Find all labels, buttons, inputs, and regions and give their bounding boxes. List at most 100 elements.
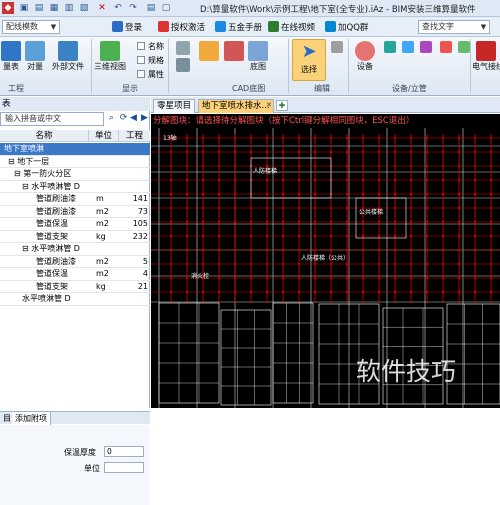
ribbon-pipe-b-button[interactable] <box>400 41 416 53</box>
sprinkler-head <box>169 192 173 196</box>
tool-a-icon[interactable]: ▤ <box>145 2 157 14</box>
sprinkler-head <box>169 234 173 238</box>
tree-row[interactable]: 管道支架 kg 232 <box>0 231 150 243</box>
ribbon-select-button[interactable]: ➤ 选择 <box>292 39 326 81</box>
menu-qq-group[interactable]: 加QQ群 <box>325 21 368 34</box>
ribbon-separator <box>288 39 289 93</box>
check-name[interactable]: 名称 <box>137 41 164 52</box>
tree-row[interactable]: ⊟ 地下一层 <box>0 156 150 168</box>
undo-icon[interactable]: ↶ <box>112 2 124 14</box>
ribbon-pipe-c-button[interactable] <box>418 41 434 53</box>
sprinkler-head <box>473 164 477 168</box>
ribbon-base-map-button[interactable]: 底图 <box>248 41 268 72</box>
pipe-c-icon <box>420 41 432 53</box>
tree-row[interactable]: 地下室喷淋 <box>0 143 150 156</box>
sprinkler-head <box>361 150 365 154</box>
ribbon-riser-button[interactable] <box>438 41 454 53</box>
ribbon-report-button[interactable]: 量表 <box>0 41 22 72</box>
text-search-select[interactable]: 查找文字 ▼ <box>418 20 490 34</box>
ribbon-pipe-a-button[interactable] <box>382 41 398 53</box>
ribbon-check-button[interactable] <box>171 41 195 72</box>
sprinkler-head <box>457 248 461 252</box>
sprinkler-head <box>249 248 253 252</box>
new-file-icon[interactable]: ▤ <box>33 2 45 14</box>
sprinkler-head <box>185 276 189 280</box>
sprinkler-head <box>297 150 301 154</box>
menu-hardware-manual[interactable]: 五金手册 <box>215 21 262 34</box>
menu-license[interactable]: 授权激活 <box>158 21 205 34</box>
sprinkler-head <box>473 248 477 252</box>
col-qty: 工程 <box>118 130 150 142</box>
sprinkler-head <box>489 234 493 238</box>
tree-row[interactable]: 管道保温 m2 4 <box>0 268 150 281</box>
ribbon-separator <box>168 39 169 93</box>
ribbon-cad-button-2[interactable] <box>224 41 244 61</box>
magnifier-icon <box>176 41 190 55</box>
tab-add-subitem[interactable]: 添加附项 <box>12 412 51 425</box>
tool-b-icon[interactable]: ▢ <box>160 2 172 14</box>
sprinkler-head <box>457 206 461 210</box>
sprinkler-head <box>441 276 445 280</box>
sprinkler-head <box>265 178 269 182</box>
search-icon[interactable]: ⌕ <box>106 113 117 124</box>
close-tab-icon[interactable]: ✕ <box>266 101 272 109</box>
tree-row[interactable]: 水平喷淋管 D <box>0 293 150 306</box>
sprinkler-head <box>441 206 445 210</box>
tree-row[interactable]: 管道刷油漆 m2 5 <box>0 256 150 268</box>
building-block <box>220 309 272 406</box>
ribbon-external-file-button[interactable]: 外部文件 <box>48 41 88 72</box>
ribbon-3d-view-button[interactable]: 三维视图 <box>94 41 126 72</box>
menu-login[interactable]: 登录 <box>112 21 142 34</box>
close-file-icon[interactable]: ✕ <box>96 2 108 14</box>
check-name-label: 名称 <box>148 42 164 51</box>
ribbon-device-button[interactable]: 设备 <box>352 41 378 72</box>
text-search-value: 查找文字 <box>422 22 454 31</box>
sprinkler-head <box>489 276 493 280</box>
thickness-input[interactable]: 0 <box>104 446 144 457</box>
save-icon[interactable]: ▦ <box>48 2 60 14</box>
sprinkler-head <box>233 234 237 238</box>
tab-sprinkler-drawing[interactable]: 地下室喷水排水... <box>198 99 274 113</box>
pin-tab-icon[interactable]: ✚ <box>276 100 288 111</box>
unit-input[interactable] <box>104 462 144 473</box>
ribbon-edit-button[interactable] <box>330 41 344 53</box>
ribbon-cad-button[interactable] <box>198 41 220 61</box>
export-icon[interactable]: ▧ <box>78 2 90 14</box>
tree-row[interactable]: ⊟ 水平喷淋管 D <box>0 181 150 193</box>
check-attribute[interactable]: 属性 <box>137 69 164 80</box>
pipe-a-icon <box>384 41 396 53</box>
sprinkler-head <box>249 136 253 140</box>
sprinkler-head <box>169 164 173 168</box>
print-icon[interactable]: ▥ <box>63 2 75 14</box>
ribbon-compare-button[interactable]: 对量 <box>24 41 46 72</box>
sprinkler-head <box>457 192 461 196</box>
open-file-icon[interactable]: ▣ <box>18 2 30 14</box>
menu-online-video[interactable]: 在线视频 <box>268 21 315 34</box>
sprinkler-head <box>473 150 477 154</box>
check-spec[interactable]: 规格 <box>137 55 164 66</box>
prev-icon[interactable]: ◀ <box>128 113 139 124</box>
next-icon[interactable]: ▶ <box>139 113 150 124</box>
sprinkler-head <box>169 276 173 280</box>
room-label: 人防楼梯（公共） <box>301 254 349 262</box>
sprinkler-head <box>377 276 381 280</box>
tab-misc-items[interactable]: 零星项目 <box>153 99 196 113</box>
sprinkler-head <box>313 206 317 210</box>
group-label-edit: 编辑 <box>314 84 330 93</box>
tree-row-name: 管道刷油漆 <box>36 194 76 203</box>
tree-search-input[interactable]: 输入拼音或中文 <box>0 112 104 126</box>
sprinkler-head <box>441 192 445 196</box>
tree-row[interactable]: 管道刷油漆 m2 73 <box>0 206 150 218</box>
tree-row-name: 管道支架 <box>36 231 68 241</box>
tree-row[interactable]: ⊟ 水平喷淋管 D <box>0 243 150 256</box>
tree-row[interactable]: ⊟ 第一防火分区 <box>0 168 150 181</box>
sprinkler-head <box>281 164 285 168</box>
sprinkler-head <box>489 248 493 252</box>
tree-row[interactable]: 管道刷油漆 m 141 <box>0 193 150 206</box>
tree-row[interactable]: 管道保温 m2 105 <box>0 218 150 231</box>
layer-select[interactable]: 配线模数 ▼ <box>2 20 60 34</box>
ribbon-electric-wiring-button[interactable]: 电气接线 <box>472 41 500 72</box>
tree-row-qty: 21 <box>137 281 148 291</box>
tree-row[interactable]: 管道支架 kg 21 <box>0 281 150 293</box>
redo-icon[interactable]: ↷ <box>127 2 139 14</box>
